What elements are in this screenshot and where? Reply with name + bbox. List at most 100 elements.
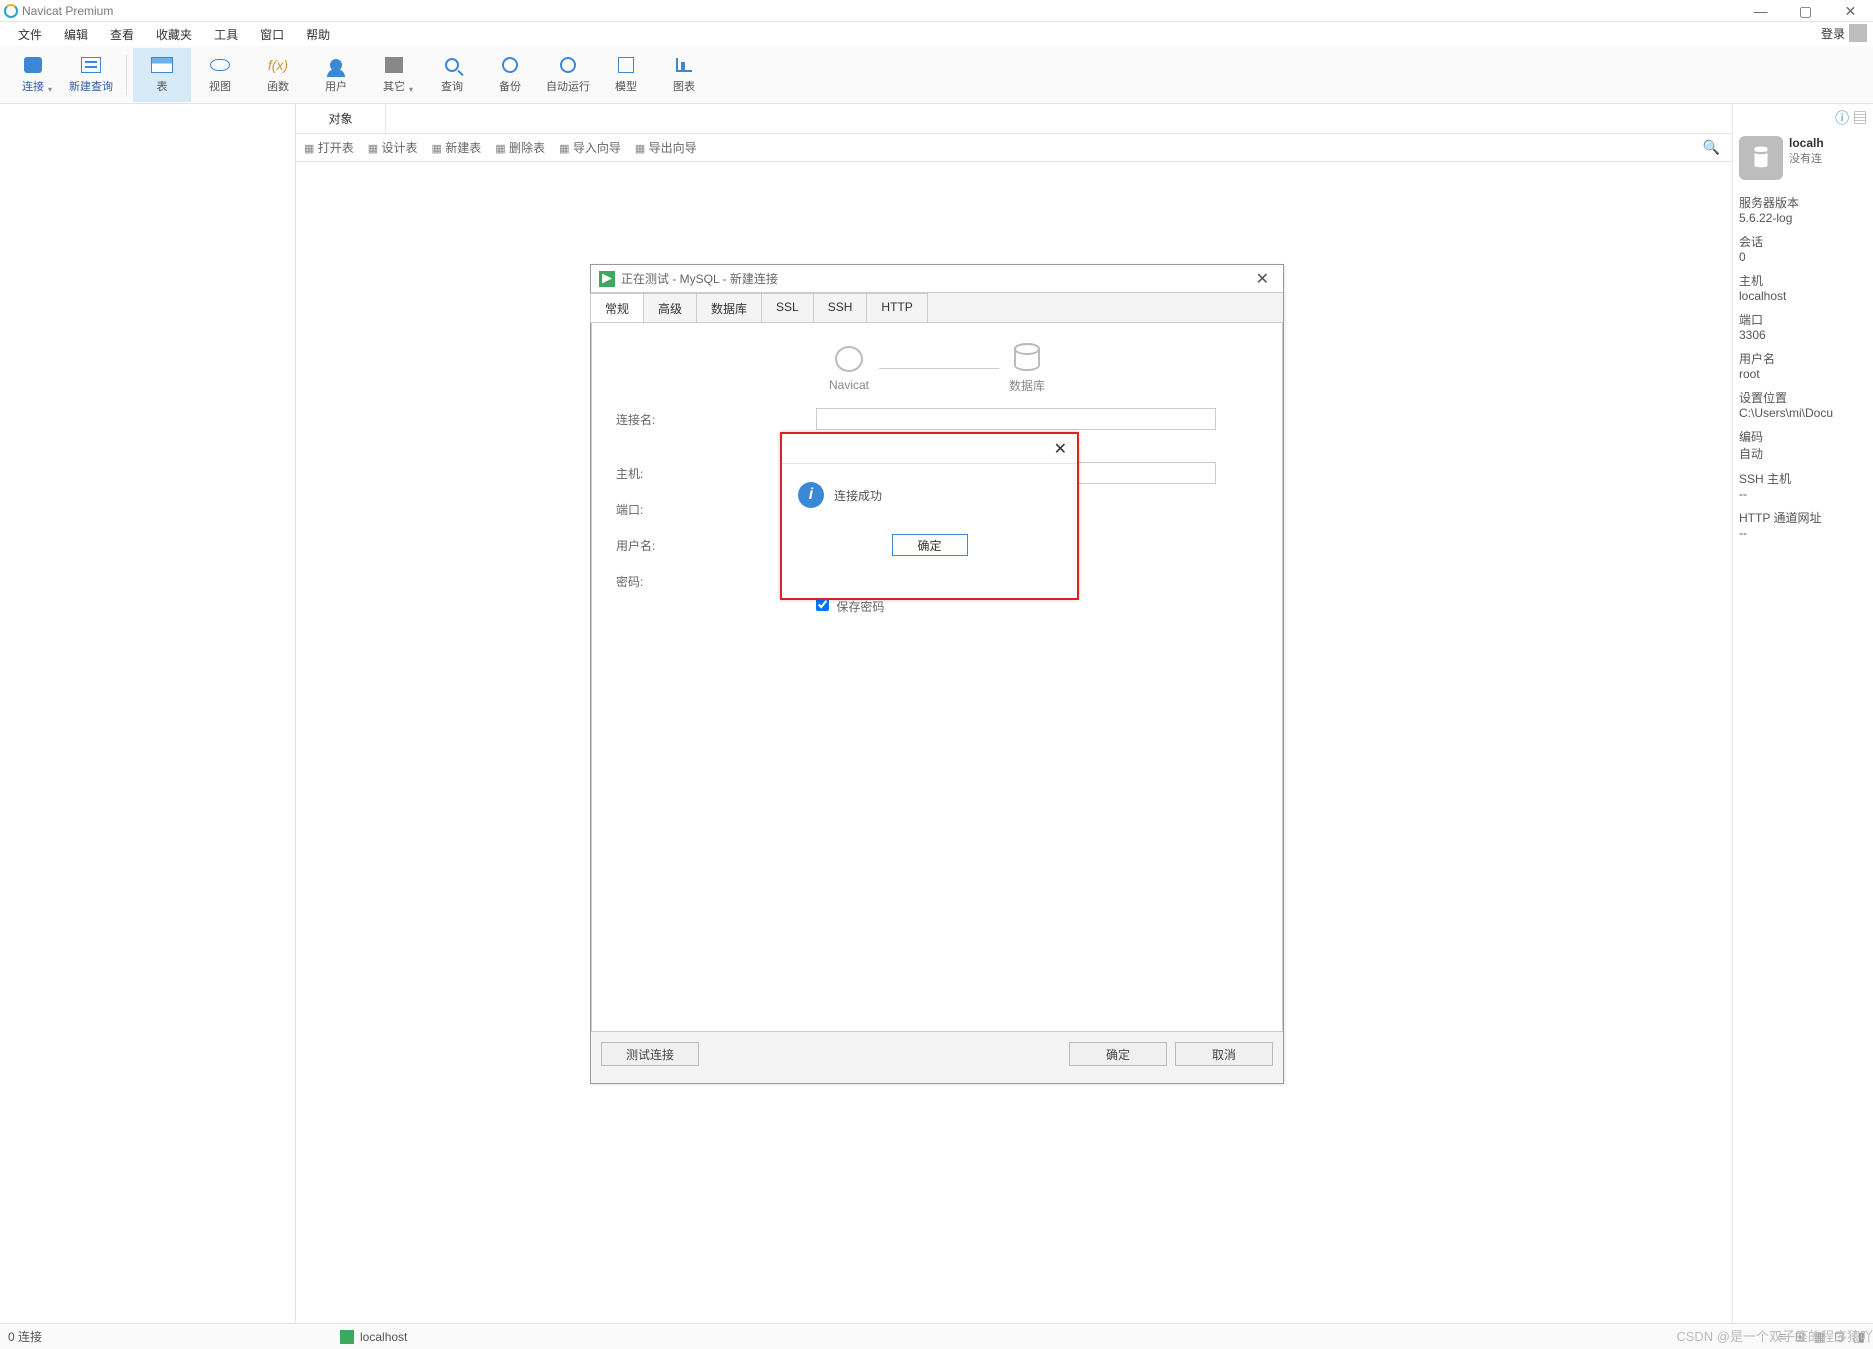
toolbar-function[interactable]: f(x)函数	[249, 48, 307, 102]
user-value: root	[1739, 367, 1867, 381]
main-toolbar: 连接▾ 新建查询 表 视图 f(x)函数 用户 其它▾ 查询 备份 自动运行 模…	[0, 46, 1873, 104]
server-version-label: 服务器版本	[1739, 194, 1867, 211]
toolbar-backup[interactable]: 备份	[481, 48, 539, 102]
connection-diagram: Navicat 数据库	[616, 343, 1258, 394]
database-icon	[1014, 343, 1040, 371]
menu-window[interactable]: 窗口	[250, 23, 294, 46]
tab-objects[interactable]: 对象	[296, 104, 386, 133]
navicat-icon	[599, 271, 615, 287]
dialog-title-bar: 正在测试 - MySQL - 新建连接 ✕	[591, 265, 1283, 293]
tab-advanced[interactable]: 高级	[643, 293, 697, 323]
status-bar: 0 连接 localhost ≡ ⊞ ▦ ⊡ ◨	[0, 1323, 1873, 1349]
user-icon	[330, 59, 342, 71]
window-controls: — ▢ ✕	[1738, 0, 1873, 22]
backup-icon	[502, 57, 518, 73]
login-label: 登录	[1821, 25, 1845, 42]
toolbar-other[interactable]: 其它▾	[365, 48, 423, 102]
conn-name-input[interactable]	[816, 408, 1216, 430]
object-tabs: 对象	[296, 104, 1732, 134]
action-delete-table[interactable]: ▦ 删除表	[495, 139, 545, 156]
port-label: 端口	[1739, 311, 1867, 328]
menu-help[interactable]: 帮助	[296, 23, 340, 46]
alert-dialog: ✕ i 连接成功 确定	[780, 432, 1079, 600]
user-label: 用户名	[1739, 350, 1867, 367]
tab-ssh[interactable]: SSH	[813, 293, 868, 323]
chart-icon	[676, 58, 692, 72]
dialog-tabs: 常规 高级 数据库 SSL SSH HTTP	[591, 293, 1283, 323]
alert-close-button[interactable]: ✕	[1054, 439, 1067, 459]
menu-tools[interactable]: 工具	[204, 23, 248, 46]
function-icon: f(x)	[268, 57, 288, 73]
menu-view[interactable]: 查看	[100, 23, 144, 46]
host-label: 主机	[1739, 272, 1867, 289]
model-icon	[618, 57, 634, 73]
panel-collapse-icon[interactable]: ▤	[1853, 110, 1867, 126]
tab-general[interactable]: 常规	[590, 293, 644, 323]
toolbar-user[interactable]: 用户	[307, 48, 365, 102]
watermark: CSDN @是一个双子座的程序猿吖	[1676, 1326, 1873, 1345]
query-icon	[81, 57, 101, 73]
dialog-title: 正在测试 - MySQL - 新建连接	[621, 270, 778, 287]
menu-favorites[interactable]: 收藏夹	[146, 23, 202, 46]
table-icon	[151, 57, 173, 73]
toolbar-table[interactable]: 表	[133, 48, 191, 102]
http-value: --	[1739, 526, 1867, 540]
tab-http[interactable]: HTTP	[866, 293, 927, 323]
action-export[interactable]: ▦ 导出向导	[635, 139, 697, 156]
connection-line	[879, 368, 999, 369]
minimize-button[interactable]: —	[1738, 0, 1783, 22]
object-search-icon[interactable]: 🔍	[1703, 139, 1720, 156]
menu-edit[interactable]: 编辑	[54, 23, 98, 46]
toolbar-query[interactable]: 查询	[423, 48, 481, 102]
dialog-footer: 测试连接 确定 取消	[591, 1032, 1283, 1076]
encoding-value: 自动	[1739, 445, 1867, 462]
status-navicat-icon	[340, 1330, 354, 1344]
toolbar-view[interactable]: 视图	[191, 48, 249, 102]
port-value: 3306	[1739, 328, 1867, 342]
toolbar-model[interactable]: 模型	[597, 48, 655, 102]
tools-icon	[385, 57, 403, 73]
http-label: HTTP 通道网址	[1739, 509, 1867, 526]
connection-tree[interactable]	[0, 104, 296, 1327]
toolbar-connection[interactable]: 连接▾	[4, 48, 62, 102]
settings-loc-label: 设置位置	[1739, 389, 1867, 406]
alert-message: 连接成功	[834, 487, 882, 504]
action-new-table[interactable]: ▦ 新建表	[432, 139, 482, 156]
toolbar-chart[interactable]: 图表	[655, 48, 713, 102]
toolbar-separator	[126, 55, 127, 95]
settings-loc: C:\Users\mi\Docu	[1739, 406, 1867, 420]
object-action-bar: ▦ 打开表 ▦ 设计表 ▦ 新建表 ▦ 删除表 ▦ 导入向导 ▦ 导出向导 🔍	[296, 134, 1732, 162]
dialog-close-button[interactable]: ✕	[1250, 269, 1275, 289]
host-value: localhost	[1739, 289, 1867, 303]
tab-database[interactable]: 数据库	[696, 293, 762, 323]
login-area[interactable]: 登录	[1821, 24, 1867, 42]
action-import[interactable]: ▦ 导入向导	[559, 139, 621, 156]
ssh-host-value: --	[1739, 487, 1867, 501]
toolbar-new-query[interactable]: 新建查询	[62, 48, 120, 102]
status-conn-count: 0 连接	[8, 1328, 42, 1345]
close-button[interactable]: ✕	[1828, 0, 1873, 22]
test-connection-button[interactable]: 测试连接	[601, 1042, 699, 1066]
db-icon	[1739, 136, 1783, 180]
view-icon	[210, 59, 230, 71]
dialog-ok-button[interactable]: 确定	[1069, 1042, 1167, 1066]
info-panel: ⓘ ▤ localh 没有连 服务器版本 5.6.22-log 会话 0 主机 …	[1733, 104, 1873, 1327]
tab-ssl[interactable]: SSL	[761, 293, 814, 323]
toolbar-auto[interactable]: 自动运行	[539, 48, 597, 102]
autorun-icon	[560, 57, 576, 73]
maximize-button[interactable]: ▢	[1783, 0, 1828, 22]
app-icon	[4, 4, 18, 18]
menu-bar: 文件 编辑 查看 收藏夹 工具 窗口 帮助	[0, 22, 1873, 46]
menu-file[interactable]: 文件	[8, 23, 52, 46]
action-design-table[interactable]: ▦ 设计表	[368, 139, 418, 156]
dialog-cancel-button[interactable]: 取消	[1175, 1042, 1273, 1066]
info-icon: i	[798, 482, 824, 508]
navicat-logo-icon	[835, 346, 863, 372]
alert-ok-button[interactable]: 确定	[892, 534, 968, 556]
action-open-table[interactable]: ▦ 打开表	[304, 139, 354, 156]
plug-icon	[24, 57, 42, 73]
info-icon[interactable]: ⓘ	[1835, 110, 1849, 126]
conn-name-label: 连接名:	[616, 411, 816, 428]
save-password-row: 保存密码	[816, 598, 1258, 615]
server-version: 5.6.22-log	[1739, 211, 1867, 225]
